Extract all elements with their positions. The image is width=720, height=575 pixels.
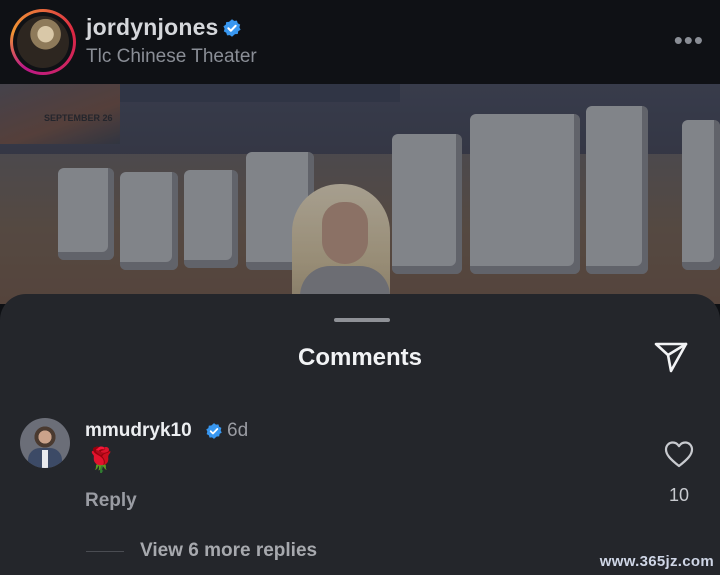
verified-badge-icon <box>223 19 241 37</box>
sheet-grabber-handle[interactable] <box>334 318 390 322</box>
replies-divider <box>86 551 124 552</box>
reply-button[interactable]: Reply <box>85 490 137 512</box>
more-options-button[interactable]: ••• <box>674 27 704 53</box>
view-replies-button[interactable]: View 6 more replies <box>140 540 317 562</box>
comments-sheet: Comments mmudryk10 6d 🌹 Reply 10 View 6 … <box>0 294 720 575</box>
post-location[interactable]: Tlc Chinese Theater <box>86 46 257 68</box>
like-count: 10 <box>668 485 690 505</box>
comments-title: Comments <box>297 344 423 371</box>
heart-icon[interactable] <box>664 440 694 468</box>
watermark: www.365jz.com <box>599 553 714 570</box>
post-photo[interactable]: SEPTEMBER 26 <box>0 84 720 304</box>
comment-text: 🌹 <box>86 447 116 474</box>
story-ring-avatar[interactable] <box>10 9 76 75</box>
send-icon[interactable] <box>652 338 690 376</box>
comment-username[interactable]: mmudryk10 <box>85 420 192 442</box>
post-header: jordynjones Tlc Chinese Theater ••• <box>0 0 720 84</box>
post-username[interactable]: jordynjones <box>86 14 219 41</box>
comment-timestamp: 6d <box>227 420 249 441</box>
verified-badge-icon <box>206 423 222 439</box>
avatar <box>17 16 69 68</box>
commenter-avatar[interactable] <box>20 418 70 468</box>
